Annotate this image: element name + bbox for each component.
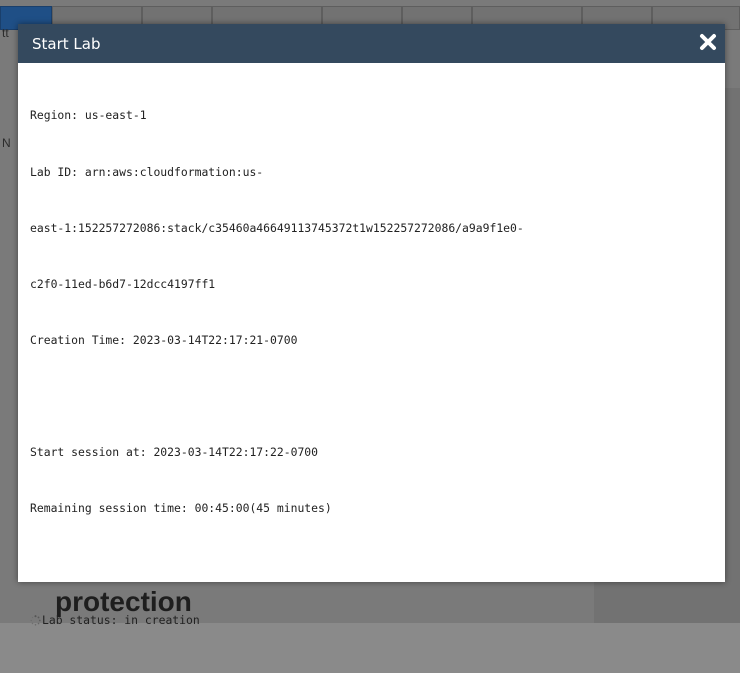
dialog-header: Start Lab <box>18 24 725 63</box>
lab-status-row: Lab status: in creation <box>30 611 713 630</box>
lab-id-text-2: east-1:152257272086:stack/c35460a4664911… <box>30 220 524 235</box>
close-button[interactable] <box>697 31 719 53</box>
close-icon <box>700 34 716 50</box>
creation-time-text: Creation Time: 2023-03-14T22:17:21-0700 <box>30 332 298 347</box>
start-session-text: Start session at: 2023-03-14T22:17:22-07… <box>30 445 319 460</box>
start-lab-dialog: Start Lab Region: us-east-1 Lab ID: arn:… <box>18 24 725 627</box>
remaining-time-text: Remaining session time: 00:45:00(45 minu… <box>30 501 332 516</box>
spinner-icon <box>30 615 41 626</box>
lab-status-text: Lab status: in creation <box>42 613 200 628</box>
lab-id-text-3: c2f0-11ed-b6d7-12dcc4197ff1 <box>30 276 216 291</box>
background-text-fragment: N <box>2 136 11 150</box>
dialog-body: Region: us-east-1 Lab ID: arn:aws:cloudf… <box>18 63 725 673</box>
dialog-title: Start Lab <box>32 34 101 53</box>
background-text-fragment: tt <box>2 26 9 40</box>
lab-id-text-1: Lab ID: arn:aws:cloudformation:us- <box>30 164 264 179</box>
region-text: Region: us-east-1 <box>30 108 147 123</box>
